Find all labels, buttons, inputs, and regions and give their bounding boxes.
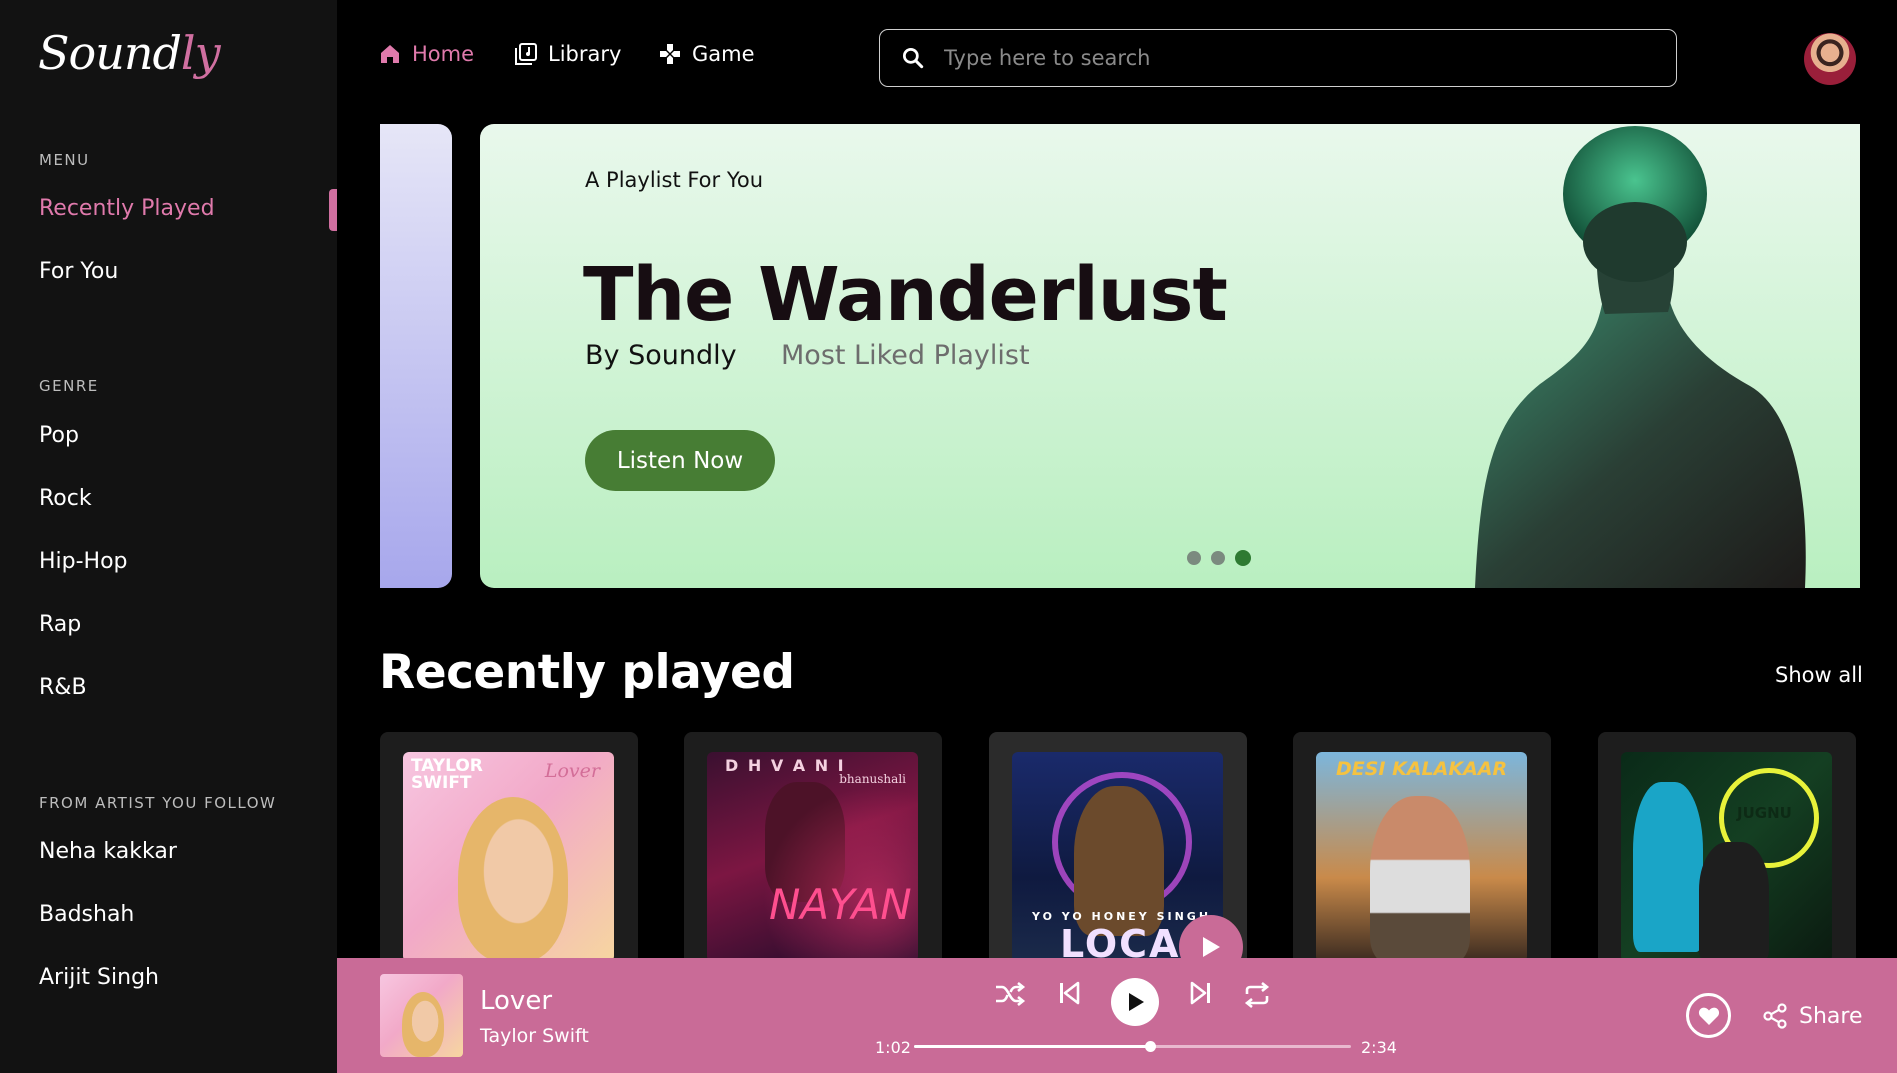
sidebar-item-arijit-singh[interactable]: Arijit Singh [39,965,159,990]
skip-forward-icon [1190,981,1210,1005]
sidebar-item-recently-played[interactable]: Recently Played [39,196,215,221]
gamepad-icon [660,44,680,64]
cover-text: LOCA [1060,922,1181,962]
nav-home-label: Home [412,42,475,66]
library-icon [515,43,537,65]
active-indicator [329,189,337,231]
banner-previous-slide[interactable] [380,124,452,588]
progress-slider[interactable] [914,1041,1351,1052]
listen-now-button[interactable]: Listen Now [585,430,775,491]
cover-text: bhanushali [839,772,906,786]
sidebar-item-hip-hop[interactable]: Hip-Hop [39,549,128,574]
album-cover: D H V A N I bhanushali NAYAN [707,752,918,962]
skip-back-icon [1060,981,1080,1005]
now-playing-bar: Lover Taylor Swift 1:02 2:34 Share [337,958,1897,1073]
home-icon [381,45,399,63]
album-card-jugnu[interactable]: JUGNU [1598,732,1856,992]
total-time: 2:34 [1361,1038,1397,1057]
nav-library[interactable]: Library [514,42,621,66]
album-cover: TAYLOR SWIFT Lover [403,752,614,962]
share-icon [1763,1003,1787,1029]
banner-artist-image [1475,126,1806,588]
logo-text: Sound [38,26,182,80]
nav-home[interactable]: Home [378,42,474,66]
soundly-logo[interactable]: Soundly [38,26,221,80]
recently-played-heading: Recently played [379,645,795,700]
current-time: 1:02 [875,1038,911,1057]
now-playing-artist: Taylor Swift [480,1025,589,1047]
repeat-icon [1244,981,1270,1009]
user-avatar[interactable] [1804,33,1856,85]
logo-accent: ly [180,26,221,80]
shuffle-button[interactable] [994,980,1026,1008]
album-card-lover[interactable]: TAYLOR SWIFT Lover [380,732,638,992]
album-card-nayan[interactable]: D H V A N I bhanushali NAYAN [684,732,942,992]
nav-game-label: Game [692,42,755,66]
featured-playlist-banner: A Playlist For You The Wanderlust By Sou… [480,124,1860,588]
carousel-dot[interactable] [1211,551,1225,565]
cover-text: DESI KALAKAAR [1336,758,1508,780]
previous-button[interactable] [1057,980,1081,1006]
play-pause-button[interactable] [1111,978,1159,1026]
next-button[interactable] [1189,980,1213,1006]
sidebar-item-neha-kakkar[interactable]: Neha kakkar [39,839,177,864]
progress-fill [914,1045,1150,1048]
like-button[interactable] [1686,993,1731,1038]
now-playing-title: Lover [480,986,553,1016]
album-card-loca[interactable]: YO YO HONEY SINGH LOCA [989,732,1247,992]
album-cover: JUGNU [1621,752,1832,962]
sidebar-item-rock[interactable]: Rock [39,486,92,511]
sidebar-item-rap[interactable]: Rap [39,612,81,637]
sidebar-item-for-you[interactable]: For You [39,259,118,284]
share-label: Share [1799,1003,1863,1029]
search-icon [902,47,924,69]
repeat-button[interactable] [1242,980,1272,1010]
play-icon [1129,993,1144,1011]
share-button[interactable]: Share [1761,1002,1863,1030]
carousel-dot-active[interactable] [1235,550,1251,566]
cover-text: TAYLOR SWIFT [411,756,483,793]
now-playing-cover [380,974,463,1057]
menu-section-label: MENU [39,151,90,169]
cover-text: D H V A N I [725,756,846,775]
nav-library-label: Library [548,42,622,66]
artists-section-label: FROM ARTIST YOU FOLLOW [39,794,277,812]
banner-eyebrow: A Playlist For You [585,168,764,192]
sidebar-item-pop[interactable]: Pop [39,423,79,448]
banner-title: The Wanderlust [583,252,1228,338]
heart-icon [1698,1007,1719,1025]
nav-game[interactable]: Game [658,42,755,66]
sidebar-item-rnb[interactable]: R&B [39,675,87,700]
search-input[interactable] [944,46,1676,70]
shuffle-icon [996,981,1026,1007]
show-all-link[interactable]: Show all [1775,663,1863,687]
search-bar[interactable] [879,29,1677,87]
carousel-dots [1187,550,1251,566]
genre-section-label: GENRE [39,377,99,395]
carousel-dot[interactable] [1187,551,1201,565]
cover-text: NAYAN [769,880,912,929]
cover-text: Lover [544,760,600,782]
album-cover: DESI KALAKAAR [1316,752,1527,962]
progress-handle[interactable] [1144,1041,1156,1052]
sidebar-item-badshah[interactable]: Badshah [39,902,134,927]
banner-subtitle: Most Liked Playlist [781,340,1030,371]
sidebar: Soundly MENU Recently Played For You GEN… [0,0,337,1073]
cover-text: JUGNU [1737,804,1792,822]
play-icon [1203,937,1220,957]
banner-author: By Soundly [585,340,737,371]
album-card-desi-kalakaar[interactable]: DESI KALAKAAR [1293,732,1551,992]
